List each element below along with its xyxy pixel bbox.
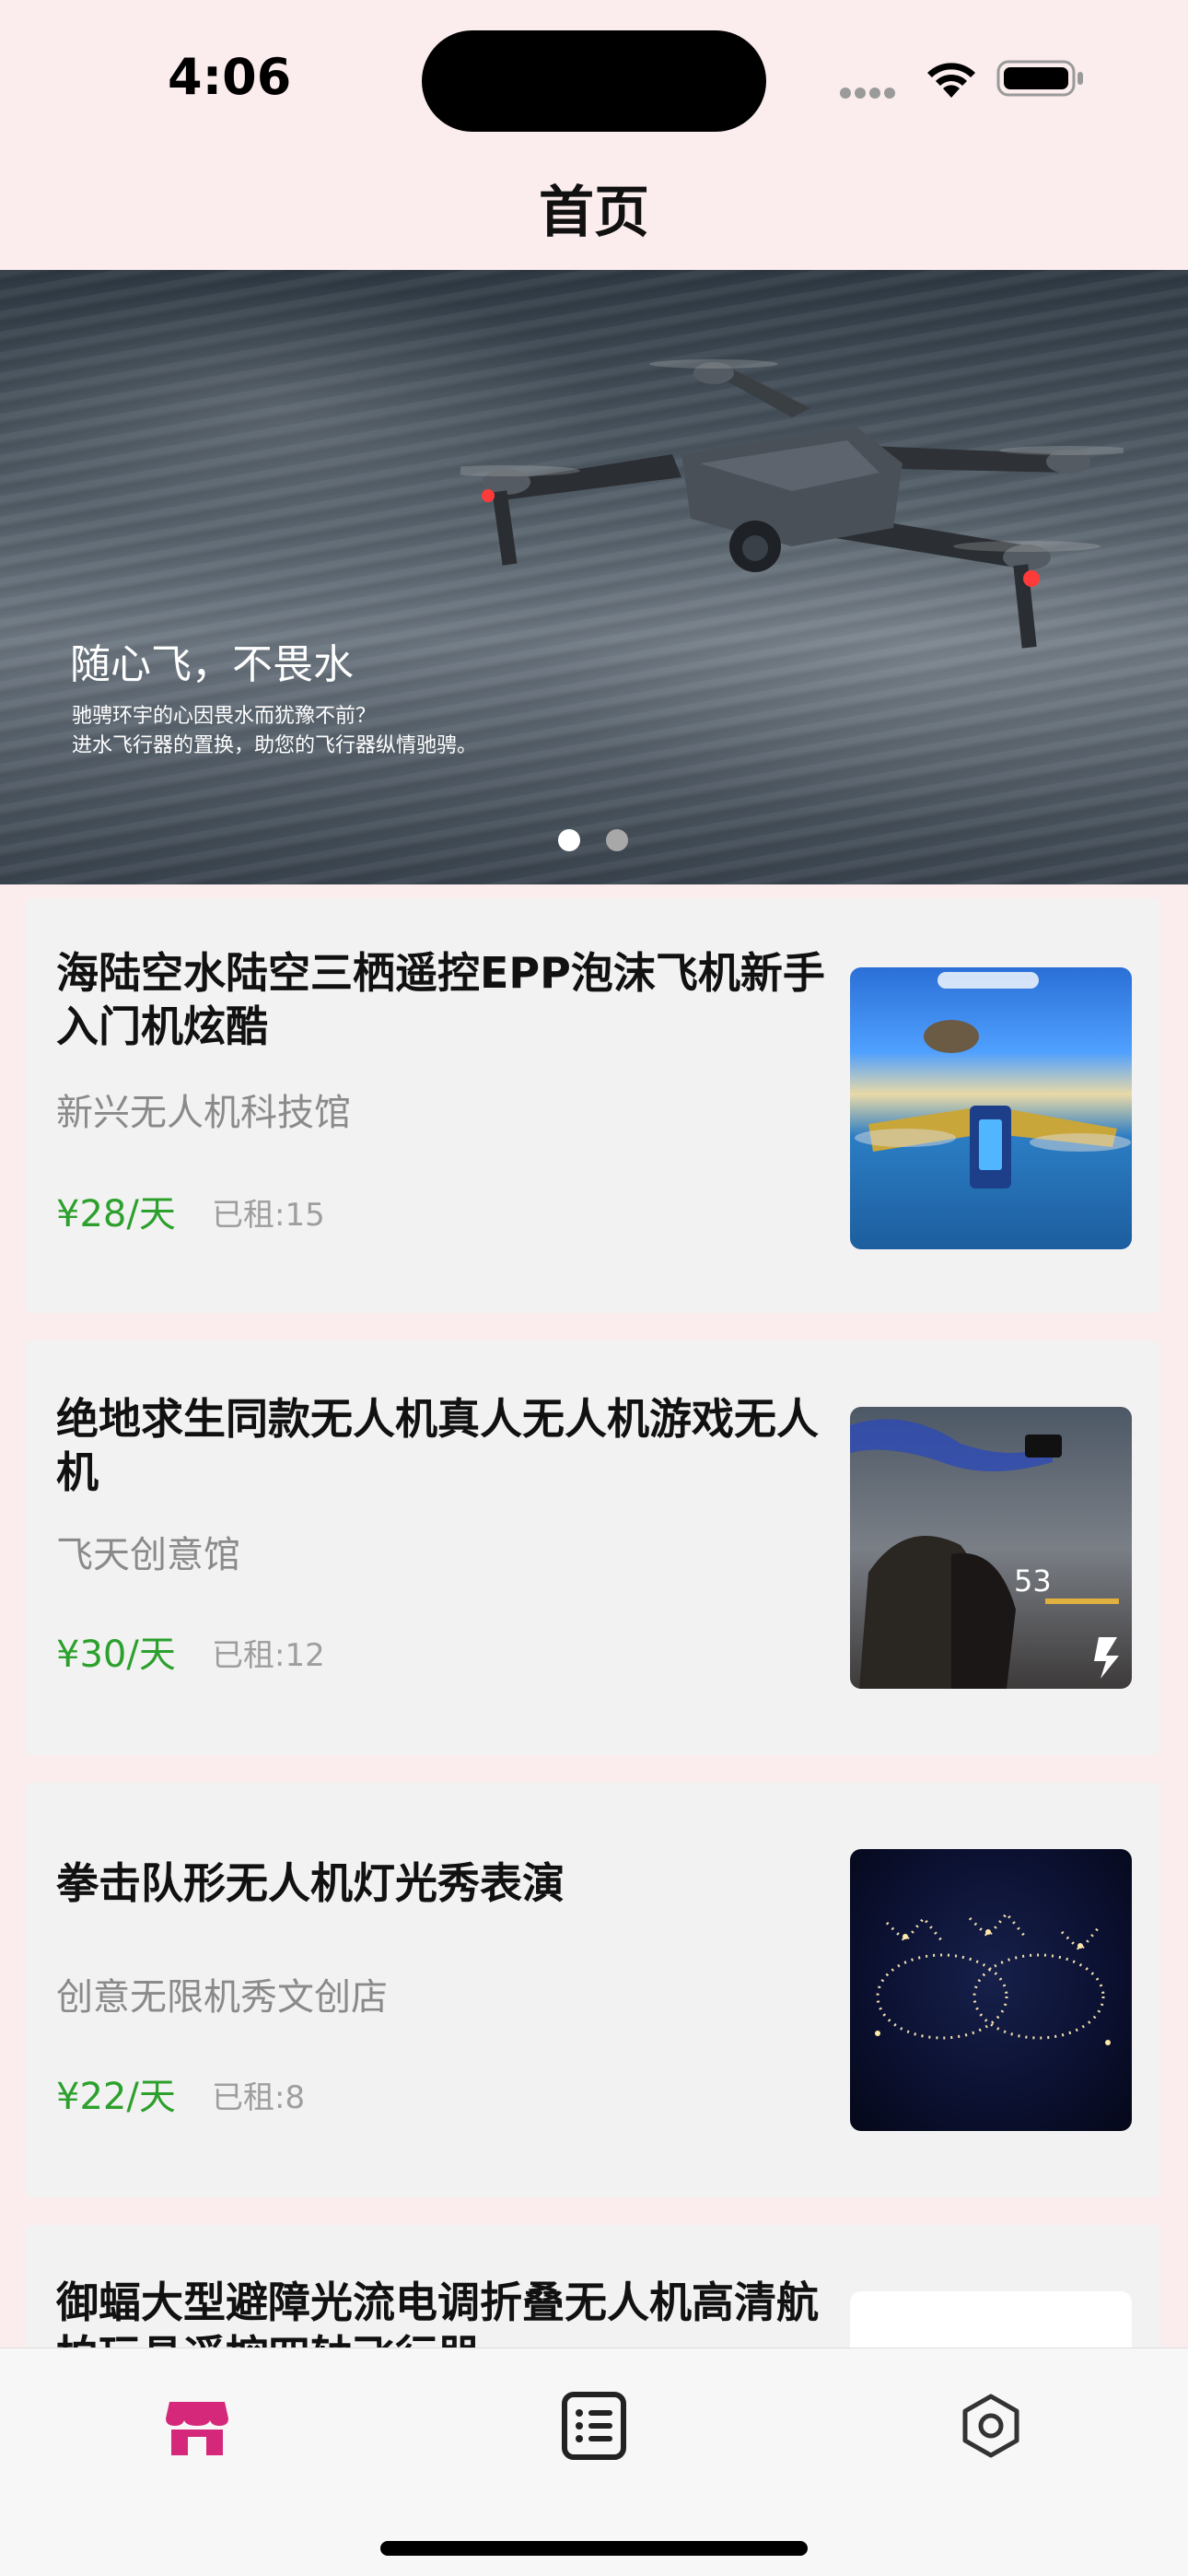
banner-carousel[interactable]: 随心飞，不畏水 驰骋环宇的心因畏水而犹豫不前？ 进水飞行器的置换，助您的飞行器纵… [0,270,1188,884]
product-shop: 创意无限机秀文创店 [56,1976,388,2019]
product-card[interactable]: 拳击队形无人机灯光秀表演 创意无限机秀文创店 ¥22/天 已租:8 [26,1783,1160,2197]
product-card[interactable]: 绝地求生同款无人机真人无人机游戏无人机 飞天创意馆 ¥30/天 已租:12 53 [26,1341,1160,1755]
status-bar: 4:06 [0,0,1188,157]
banner-subtitle: 驰骋环宇的心因畏水而犹豫不前？ [72,705,377,728]
settings-hexagon-icon[interactable] [954,2389,1028,2463]
carousel-dot-1[interactable] [558,829,580,851]
carousel-dot-2[interactable] [606,829,628,851]
status-time: 4:06 [168,48,292,106]
product-price: ¥30/天 [56,1633,176,1676]
banner-subtitle: 进水飞行器的置换，助您的飞行器纵情驰骋。 [72,734,478,757]
page-title: 首页 [539,181,649,245]
product-title: 拳击队形无人机灯光秀表演 [56,1858,565,1908]
home-indicator[interactable] [380,2541,808,2556]
store-icon[interactable] [160,2389,234,2463]
product-thumbnail [850,967,1132,1249]
banner-heading: 随心飞，不畏水 [70,641,354,688]
product-rented-count: 已租:8 [212,2079,306,2116]
battery-icon [996,60,1083,97]
product-shop: 飞天创意馆 [56,1534,240,1576]
product-shop: 新兴无人机科技馆 [56,1092,351,1134]
product-title: 海陆空水陆空三栖遥控EPP泡沫飞机新手入门机炫酷 [56,948,825,1051]
product-title: 绝地求生同款无人机真人无人机游戏无人机 [56,1394,819,1497]
product-thumbnail: 53 [850,1407,1132,1689]
product-price: ¥22/天 [56,2076,176,2118]
product-rented-count: 已租:15 [212,1197,325,1234]
carousel-page-indicator[interactable] [558,829,632,853]
product-thumbnail [850,1849,1132,2131]
product-price: ¥28/天 [56,1193,176,1235]
product-rented-count: 已租:12 [212,1637,325,1674]
product-card[interactable]: 海陆空水陆空三栖遥控EPP泡沫飞机新手入门机炫酷 新兴无人机科技馆 ¥28/天 … [26,898,1160,1313]
dynamic-island [422,30,766,132]
svg-text:53: 53 [1014,1563,1052,1598]
cellular-signal-icon [840,85,904,99]
status-icons [840,55,1089,101]
wifi-icon [927,63,975,98]
drone-image [460,359,1124,649]
list-icon[interactable] [557,2389,631,2463]
